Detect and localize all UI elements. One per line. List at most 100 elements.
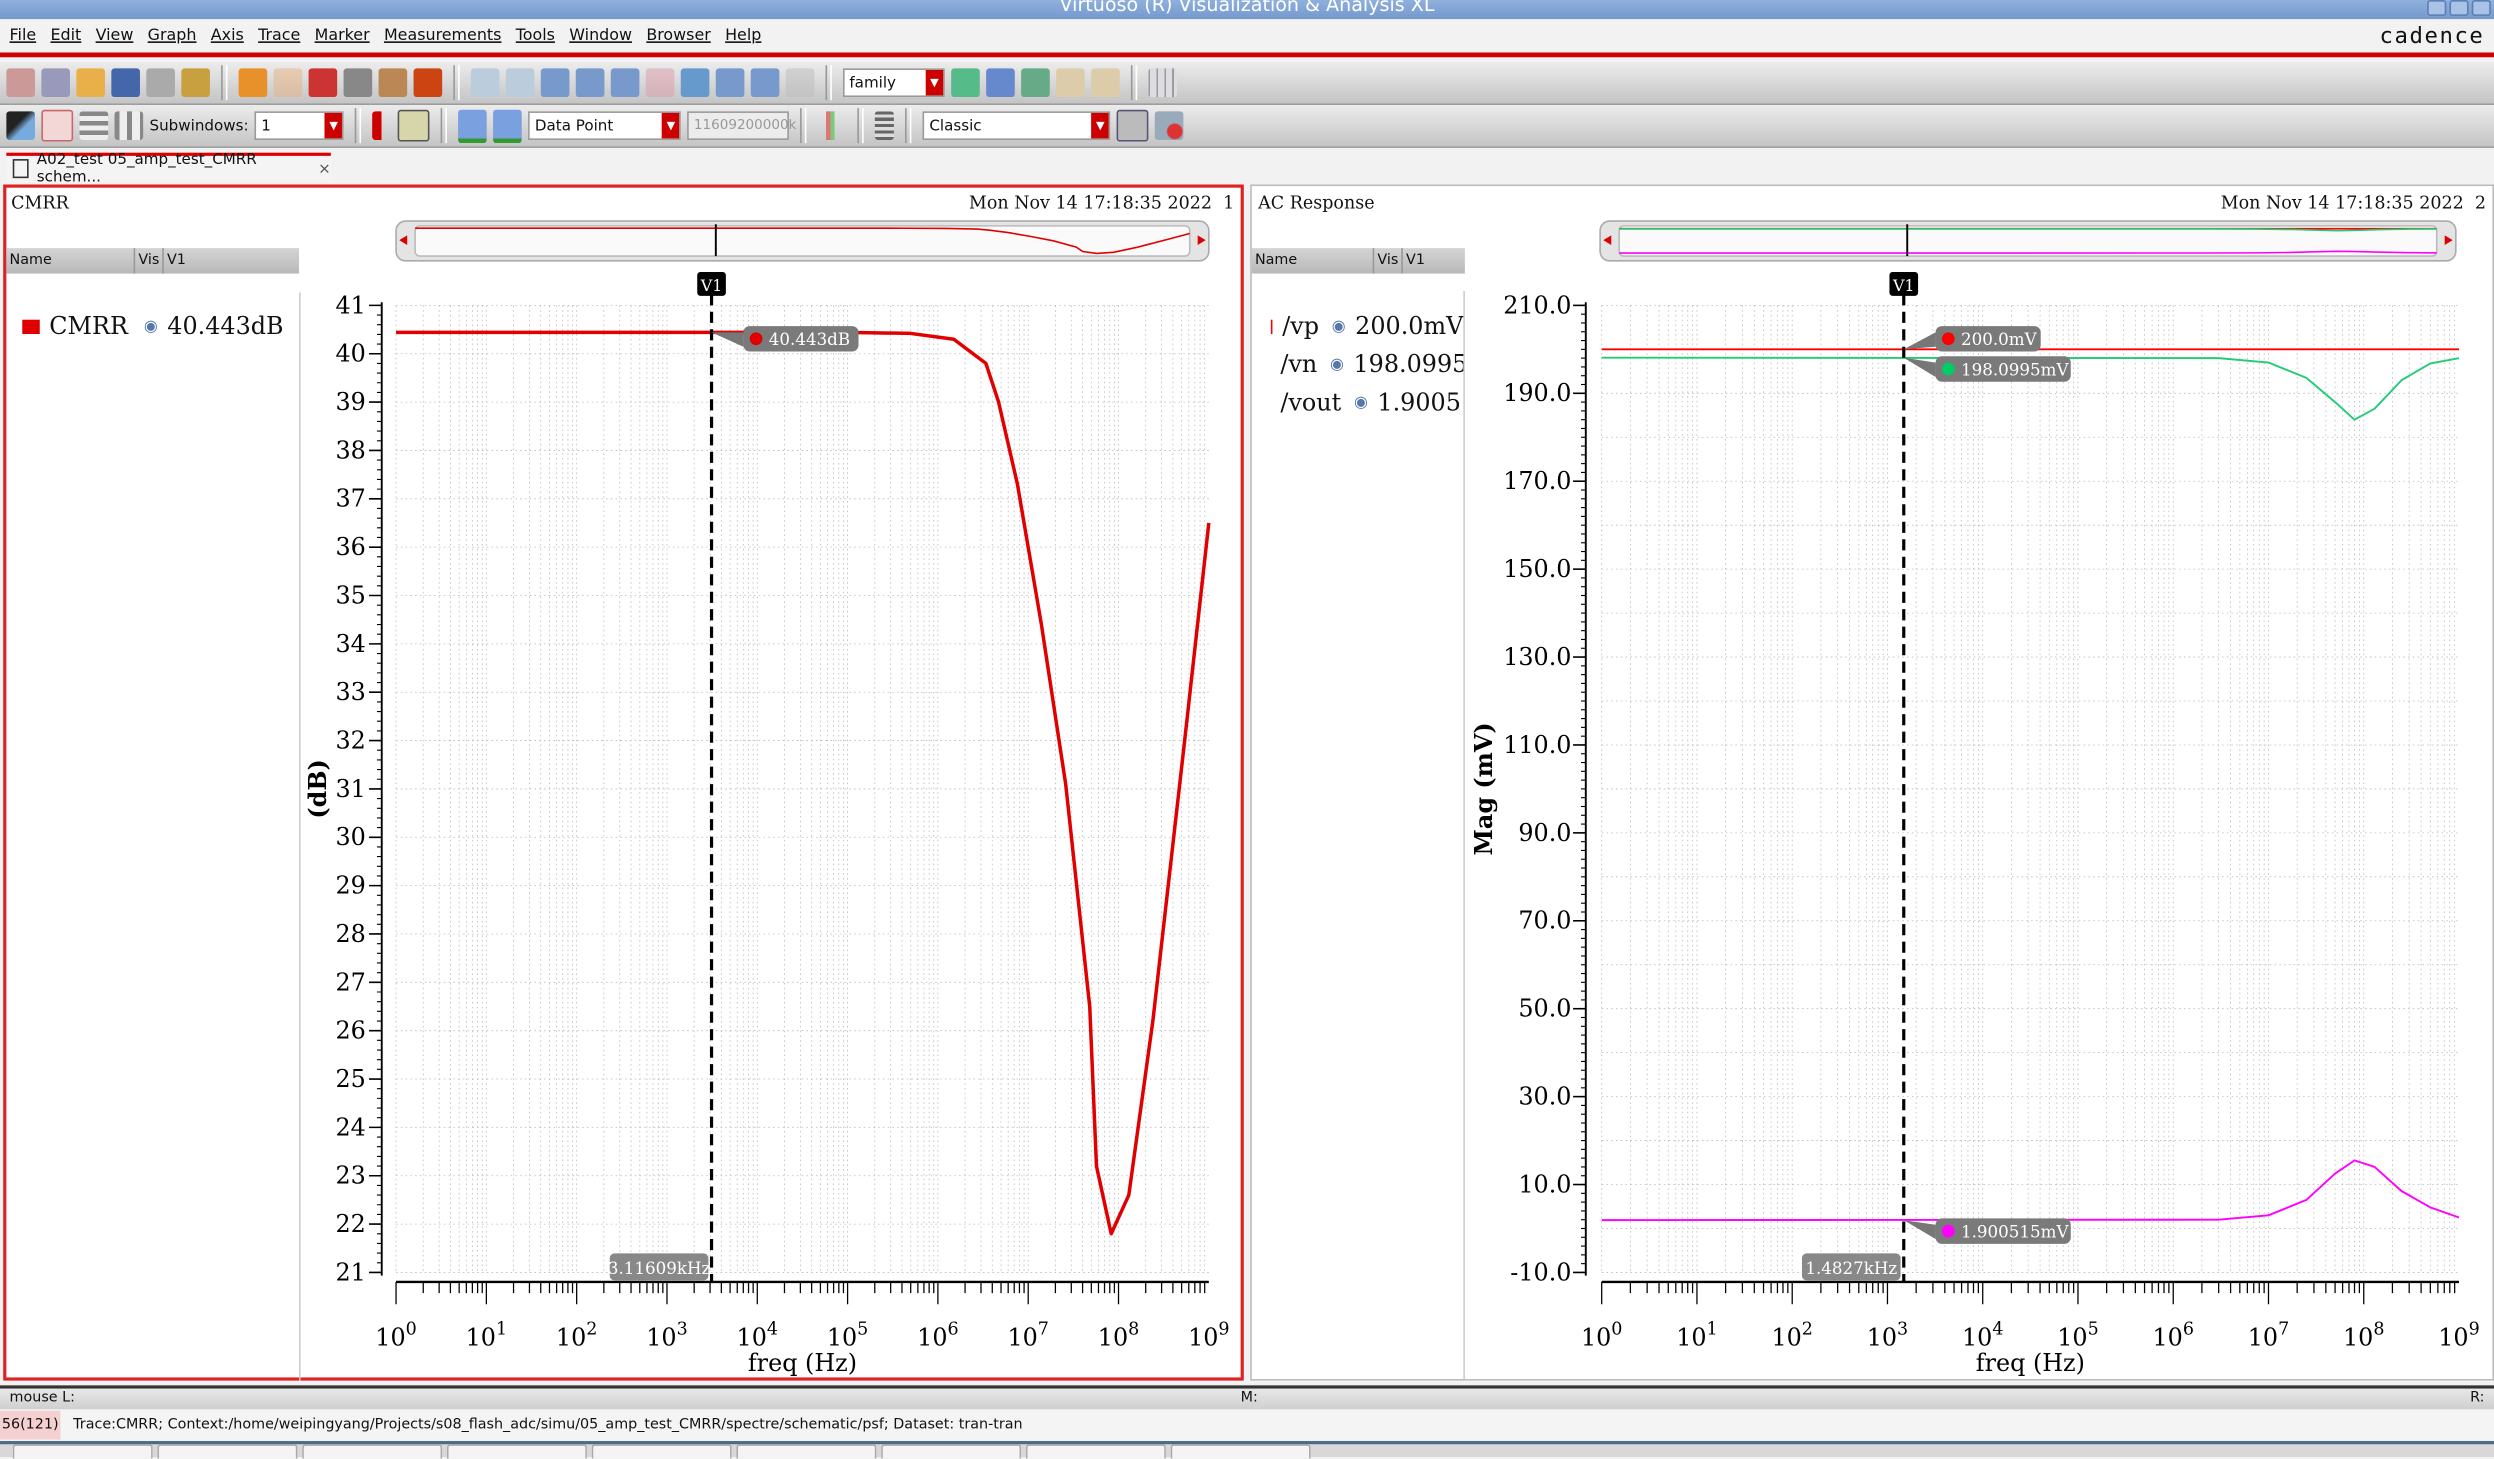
legend-header: Name Vis V1 xyxy=(1251,248,1465,274)
zoom-reset-icon[interactable] xyxy=(785,68,815,98)
zoom-out-icon[interactable] xyxy=(610,68,640,98)
calculator-icon[interactable] xyxy=(875,111,895,140)
open-icon[interactable] xyxy=(76,68,105,98)
x-tick-label: 109 xyxy=(1188,1319,1229,1351)
zoom-x-icon[interactable] xyxy=(645,68,675,98)
annotation-icon[interactable] xyxy=(398,109,430,142)
plot-icon[interactable] xyxy=(181,68,210,98)
strip-icon[interactable] xyxy=(951,68,980,98)
previous-marker-icon[interactable] xyxy=(458,108,488,143)
forward-icon[interactable] xyxy=(505,68,535,98)
window-title: Virtuoso (R) Visualization & Analysis XL xyxy=(1059,0,1435,16)
link-icon[interactable] xyxy=(1056,68,1085,98)
marker-value-dot xyxy=(1941,332,1955,346)
paste-icon[interactable] xyxy=(378,68,408,98)
zoom-xy-icon[interactable] xyxy=(750,68,780,98)
drag-traces-icon[interactable] xyxy=(41,109,74,142)
taskbar-item[interactable] xyxy=(1025,1444,1166,1459)
cmrr-chart[interactable]: 41 40 39 38 37 36 35 34 33 32 31 30 29 28 27 26 25 24 23 22… xyxy=(302,207,1244,1381)
cut-icon[interactable] xyxy=(308,68,338,98)
table-icon[interactable] xyxy=(1117,109,1149,142)
menu-axis[interactable]: Axis xyxy=(211,27,244,44)
taskbar-item[interactable] xyxy=(446,1444,587,1459)
legend-col-vis: Vis xyxy=(1374,248,1403,274)
y-tick-label: 28 xyxy=(335,920,365,948)
marker-value-label: 1.900515mV xyxy=(1961,1221,2069,1241)
menu-trace[interactable]: Trace xyxy=(258,27,300,44)
undo-icon[interactable] xyxy=(238,68,268,98)
menu-tools[interactable]: Tools xyxy=(516,27,555,44)
menu-browser[interactable]: Browser xyxy=(646,27,710,44)
taskbar-item[interactable] xyxy=(157,1444,298,1459)
save-icon[interactable] xyxy=(111,68,140,98)
legend-item-vn[interactable]: /vn ◉ 198.0995mV xyxy=(1252,345,1463,383)
legend-divider xyxy=(299,292,301,1381)
split-columns-icon[interactable] xyxy=(114,111,144,140)
tab-close-button[interactable]: × xyxy=(318,160,331,177)
zoom-box-icon[interactable] xyxy=(680,68,710,98)
legend-col-name: Name xyxy=(1252,248,1375,274)
print-icon[interactable] xyxy=(146,68,175,98)
eye-icon[interactable]: ◉ xyxy=(144,317,158,334)
subwindows-combo[interactable]: 1 ▼ xyxy=(254,111,345,140)
ac-response-chart[interactable]: 210.0 190.0 170.0 150.0 130.0 110.0 90.0 70.0 50… xyxy=(1466,207,2494,1381)
menu-window[interactable]: Window xyxy=(569,27,632,44)
mouse-middle-status: M: xyxy=(1240,1390,1258,1407)
zoom-in-icon[interactable] xyxy=(575,68,605,98)
taskbar-item[interactable] xyxy=(12,1444,153,1459)
y-tick-label: 23 xyxy=(335,1162,365,1190)
eye-icon[interactable]: ◉ xyxy=(1330,355,1344,372)
redo-icon[interactable] xyxy=(273,68,303,98)
split-rows-icon[interactable] xyxy=(79,111,109,140)
taskbar-item[interactable] xyxy=(1170,1444,1311,1459)
family-combo[interactable]: family ▼ xyxy=(842,68,945,98)
flag-icon[interactable] xyxy=(372,111,392,140)
next-marker-icon[interactable] xyxy=(493,108,523,143)
trace-value: 40.443dB xyxy=(167,311,284,341)
menu-graph[interactable]: Graph xyxy=(148,27,197,44)
maximize-button[interactable] xyxy=(2449,0,2469,16)
edit-mode-icon[interactable] xyxy=(6,111,35,140)
back-icon[interactable] xyxy=(470,68,500,98)
separator xyxy=(441,108,448,144)
menu-edit[interactable]: Edit xyxy=(50,27,81,44)
menu-measurements[interactable]: Measurements xyxy=(384,27,502,44)
marker-value-field[interactable]: 11609200000k xyxy=(687,111,796,140)
legend-item-cmrr[interactable]: CMRR ◉ 40.443dB xyxy=(22,311,284,341)
menu-help[interactable]: Help xyxy=(725,27,761,44)
menu-marker[interactable]: Marker xyxy=(315,27,370,44)
eye-icon[interactable]: ◉ xyxy=(1354,394,1368,411)
minimize-button[interactable] xyxy=(2427,0,2447,16)
menu-file[interactable]: File xyxy=(10,27,37,44)
copy-icon[interactable] xyxy=(343,68,373,98)
new-subwindow-icon[interactable] xyxy=(41,68,70,98)
stack-icon[interactable] xyxy=(1021,68,1050,98)
histogram-icon[interactable] xyxy=(817,111,847,140)
taskbar-item[interactable] xyxy=(591,1444,732,1459)
menu-view[interactable]: View xyxy=(96,27,134,44)
unlink-icon[interactable] xyxy=(1091,68,1120,98)
tab-cmrr-schematic[interactable]: A02_test 05_amp_test_CMRR schem... × xyxy=(6,151,331,186)
new-window-icon[interactable] xyxy=(6,68,35,98)
taskbar-item[interactable] xyxy=(881,1444,1022,1459)
style-combo[interactable]: Classic ▼ xyxy=(922,111,1111,140)
subwindows-label: Subwindows: xyxy=(149,116,249,135)
x-tick-label: 103 xyxy=(646,1319,687,1351)
remove-icon[interactable] xyxy=(1155,111,1184,140)
legend-item-vp[interactable]: /vp ◉ 200.0mV xyxy=(1252,307,1463,345)
family-value: family xyxy=(849,73,897,92)
zoom-y-icon[interactable] xyxy=(715,68,745,98)
y-tick-label: 70.0 xyxy=(1518,907,1571,935)
grid-icon[interactable] xyxy=(1148,68,1178,98)
taskbar-item[interactable] xyxy=(302,1444,443,1459)
overlay-icon[interactable] xyxy=(986,68,1015,98)
close-window-button[interactable] xyxy=(2471,0,2491,16)
legend-item-vout[interactable]: /vout ◉ 1.900515mV xyxy=(1252,383,1463,421)
marker-type-combo[interactable]: Data Point ▼ xyxy=(528,111,682,140)
delete-icon[interactable] xyxy=(413,68,443,98)
eye-icon[interactable]: ◉ xyxy=(1332,317,1346,334)
zoom-fit-icon[interactable] xyxy=(540,68,570,98)
taskbar-item[interactable] xyxy=(736,1444,877,1459)
separator xyxy=(905,108,912,144)
subwindow-title: CMRR xyxy=(11,192,69,214)
